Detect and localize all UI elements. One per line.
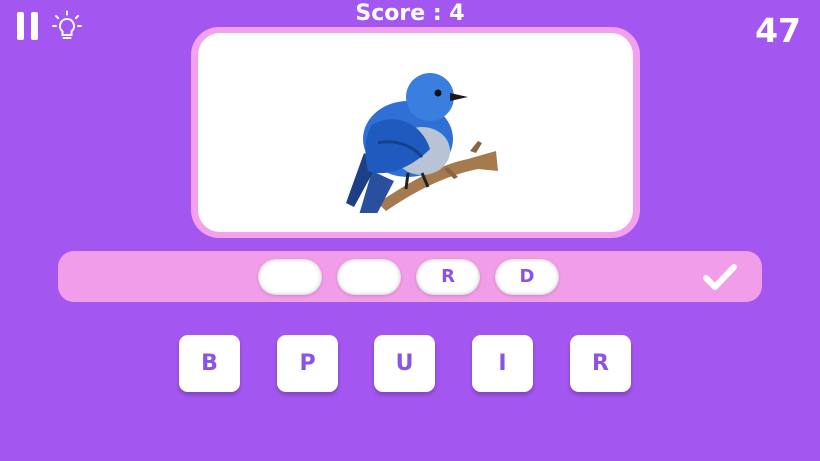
picture-area (198, 33, 633, 232)
answer-slot[interactable] (337, 259, 401, 295)
letter-tile[interactable]: B (179, 335, 240, 392)
letter-tile[interactable]: P (277, 335, 338, 392)
score-label: Score : 4 (355, 1, 465, 26)
answer-bar: R D (58, 251, 762, 302)
bluebird-image (346, 73, 498, 213)
checkmark-icon[interactable] (702, 259, 738, 295)
answer-slot[interactable] (258, 259, 322, 295)
answer-slot[interactable]: R (416, 259, 480, 295)
letter-tile[interactable]: R (570, 335, 631, 392)
letter-tile[interactable]: U (374, 335, 435, 392)
answer-slot[interactable]: D (495, 259, 559, 295)
picture-card (191, 27, 640, 238)
countdown-timer: 47 (755, 11, 801, 50)
letter-tile[interactable]: I (472, 335, 533, 392)
